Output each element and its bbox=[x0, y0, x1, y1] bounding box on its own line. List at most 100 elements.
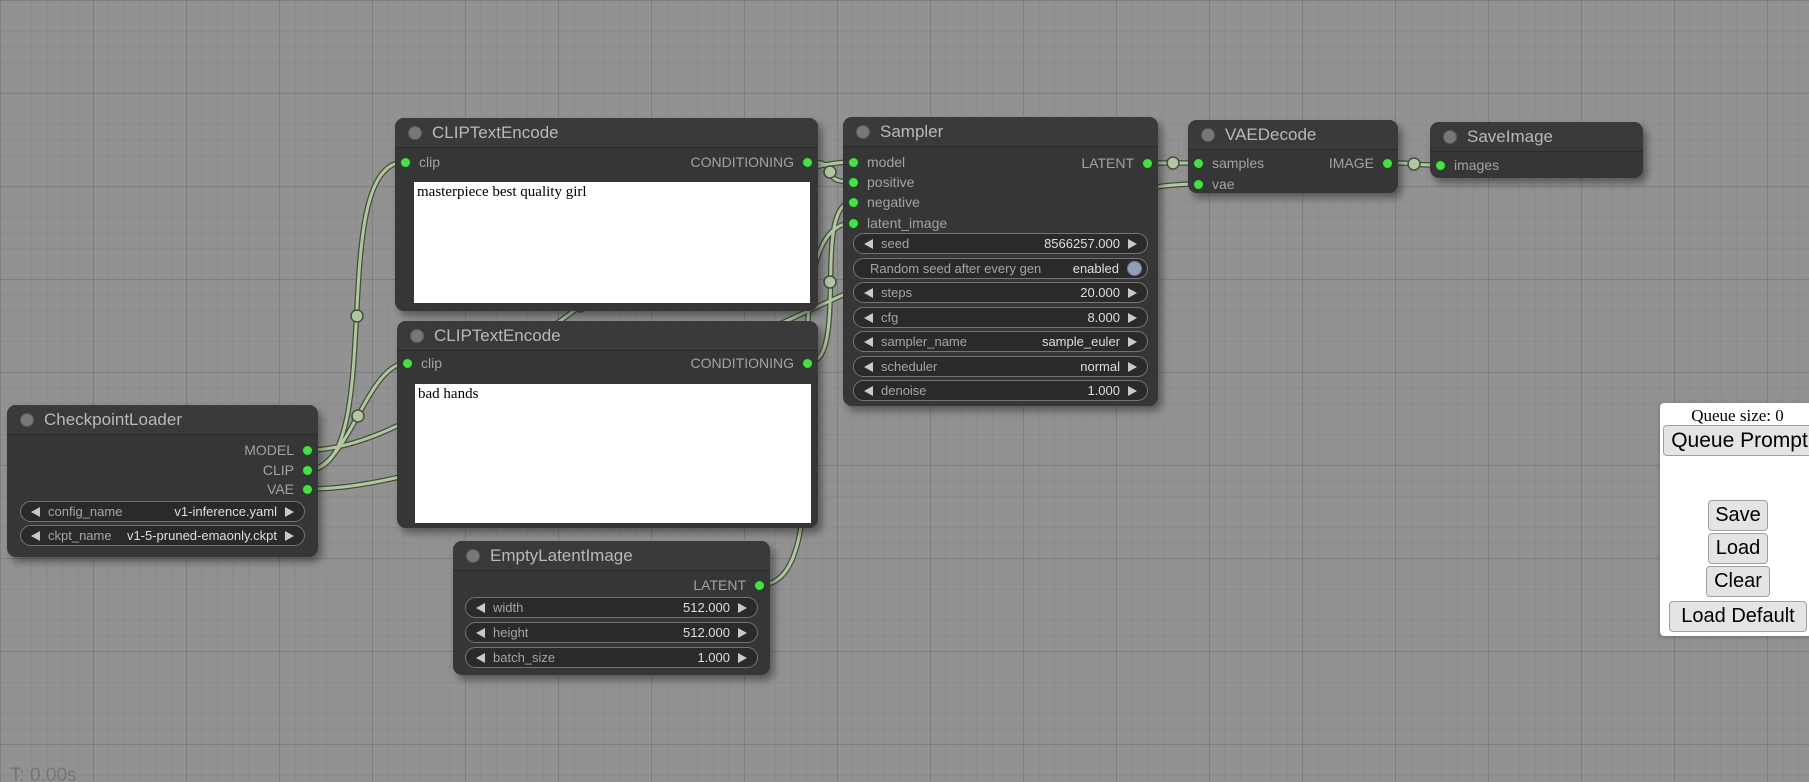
collapse-dot-icon[interactable] bbox=[1201, 128, 1215, 142]
decrement-arrow-icon[interactable] bbox=[864, 288, 873, 298]
decrement-arrow-icon[interactable] bbox=[864, 386, 873, 396]
output-port-clip[interactable]: CLIP bbox=[263, 460, 313, 480]
output-port-conditioning[interactable]: CONDITIONING bbox=[691, 152, 813, 172]
port-dot-icon[interactable] bbox=[302, 445, 313, 456]
widget-config-name[interactable]: config_name v1-inference.yaml bbox=[20, 501, 305, 522]
output-port-vae[interactable]: VAE bbox=[267, 479, 313, 499]
port-dot-icon[interactable] bbox=[400, 157, 411, 168]
input-port-vae[interactable]: vae bbox=[1193, 174, 1235, 194]
port-dot-icon[interactable] bbox=[754, 580, 765, 591]
port-dot-icon[interactable] bbox=[848, 177, 859, 188]
widget-denoise[interactable]: denoise 1.000 bbox=[853, 380, 1148, 401]
input-port-positive[interactable]: positive bbox=[848, 172, 914, 192]
widget-height[interactable]: height 512.000 bbox=[465, 622, 758, 643]
node-graph-canvas[interactable]: { "canvas": { "perf_label": "T: 0.00s" }… bbox=[0, 0, 1809, 782]
increment-arrow-icon[interactable] bbox=[738, 628, 747, 638]
queue-prompt-button[interactable]: Queue Prompt bbox=[1663, 425, 1809, 456]
widget-ckpt-name[interactable]: ckpt_name v1-5-pruned-emaonly.ckpt bbox=[20, 525, 305, 546]
link-dot[interactable] bbox=[351, 310, 363, 322]
widget-sampler-name[interactable]: sampler_name sample_euler bbox=[853, 331, 1148, 352]
increment-arrow-icon[interactable] bbox=[738, 603, 747, 613]
port-dot-icon[interactable] bbox=[848, 157, 859, 168]
node-clip-text-encode-negative[interactable]: CLIPTextEncode clip CONDITIONING bad han… bbox=[397, 321, 818, 528]
port-dot-icon[interactable] bbox=[1382, 158, 1393, 169]
negative-prompt-textarea[interactable]: bad hands bbox=[415, 384, 811, 523]
input-port-negative[interactable]: negative bbox=[848, 192, 920, 212]
node-sampler[interactable]: Sampler model positive negative latent_i… bbox=[843, 117, 1158, 406]
widget-scheduler[interactable]: scheduler normal bbox=[853, 356, 1148, 377]
port-dot-icon[interactable] bbox=[1193, 179, 1204, 190]
node-empty-latent-image[interactable]: EmptyLatentImage LATENT width 512.000 he… bbox=[453, 541, 770, 675]
link-dot[interactable] bbox=[352, 410, 364, 422]
widget-batch-size[interactable]: batch_size 1.000 bbox=[465, 647, 758, 668]
node-checkpoint-loader[interactable]: CheckpointLoader MODEL CLIP VAE config_n… bbox=[7, 405, 318, 557]
increment-arrow-icon[interactable] bbox=[285, 507, 294, 517]
output-port-latent[interactable]: LATENT bbox=[1081, 153, 1153, 173]
node-title-bar[interactable]: SaveImage bbox=[1430, 122, 1643, 152]
link-dot[interactable] bbox=[1408, 158, 1420, 170]
port-dot-icon[interactable] bbox=[802, 157, 813, 168]
link-dot[interactable] bbox=[824, 166, 836, 178]
clear-button[interactable]: Clear bbox=[1706, 566, 1770, 597]
output-port-model[interactable]: MODEL bbox=[244, 440, 313, 460]
port-dot-icon[interactable] bbox=[848, 218, 859, 229]
port-dot-icon[interactable] bbox=[302, 465, 313, 476]
increment-arrow-icon[interactable] bbox=[1128, 362, 1137, 372]
collapse-dot-icon[interactable] bbox=[20, 413, 34, 427]
save-button[interactable]: Save bbox=[1708, 500, 1768, 531]
port-dot-icon[interactable] bbox=[302, 484, 313, 495]
decrement-arrow-icon[interactable] bbox=[864, 313, 873, 323]
node-title-bar[interactable]: VAEDecode bbox=[1188, 120, 1398, 150]
output-port-image[interactable]: IMAGE bbox=[1329, 153, 1393, 173]
output-port-conditioning[interactable]: CONDITIONING bbox=[691, 353, 813, 373]
load-default-button[interactable]: Load Default bbox=[1669, 601, 1807, 632]
decrement-arrow-icon[interactable] bbox=[864, 337, 873, 347]
input-port-samples[interactable]: samples bbox=[1193, 153, 1264, 173]
node-title-bar[interactable]: CLIPTextEncode bbox=[395, 118, 818, 148]
decrement-arrow-icon[interactable] bbox=[31, 531, 40, 541]
input-port-clip[interactable]: clip bbox=[400, 152, 440, 172]
port-dot-icon[interactable] bbox=[1435, 160, 1446, 171]
collapse-dot-icon[interactable] bbox=[408, 126, 422, 140]
increment-arrow-icon[interactable] bbox=[1128, 313, 1137, 323]
widget-random-seed-toggle[interactable]: Random seed after every gen enabled bbox=[853, 258, 1148, 279]
increment-arrow-icon[interactable] bbox=[1128, 239, 1137, 249]
increment-arrow-icon[interactable] bbox=[1128, 337, 1137, 347]
widget-steps[interactable]: steps 20.000 bbox=[853, 282, 1148, 303]
node-title-bar[interactable]: EmptyLatentImage bbox=[453, 541, 770, 571]
collapse-dot-icon[interactable] bbox=[410, 329, 424, 343]
port-dot-icon[interactable] bbox=[802, 358, 813, 369]
collapse-dot-icon[interactable] bbox=[466, 549, 480, 563]
output-port-latent[interactable]: LATENT bbox=[693, 575, 765, 595]
node-clip-text-encode-positive[interactable]: CLIPTextEncode clip CONDITIONING masterp… bbox=[395, 118, 818, 311]
increment-arrow-icon[interactable] bbox=[1128, 386, 1137, 396]
widget-width[interactable]: width 512.000 bbox=[465, 597, 758, 618]
port-dot-icon[interactable] bbox=[1193, 158, 1204, 169]
increment-arrow-icon[interactable] bbox=[285, 531, 294, 541]
port-dot-icon[interactable] bbox=[402, 358, 413, 369]
link-dot[interactable] bbox=[824, 276, 836, 288]
node-title-bar[interactable]: CLIPTextEncode bbox=[397, 321, 818, 351]
decrement-arrow-icon[interactable] bbox=[864, 239, 873, 249]
toggle-circle-icon[interactable] bbox=[1127, 261, 1142, 276]
decrement-arrow-icon[interactable] bbox=[31, 507, 40, 517]
collapse-dot-icon[interactable] bbox=[856, 125, 870, 139]
decrement-arrow-icon[interactable] bbox=[476, 628, 485, 638]
node-title-bar[interactable]: CheckpointLoader bbox=[7, 405, 318, 435]
input-port-model[interactable]: model bbox=[848, 152, 905, 172]
increment-arrow-icon[interactable] bbox=[1128, 288, 1137, 298]
node-title-bar[interactable]: Sampler bbox=[843, 117, 1158, 147]
decrement-arrow-icon[interactable] bbox=[476, 653, 485, 663]
input-port-clip[interactable]: clip bbox=[402, 353, 442, 373]
input-port-latent-image[interactable]: latent_image bbox=[848, 213, 947, 233]
collapse-dot-icon[interactable] bbox=[1443, 130, 1457, 144]
widget-seed[interactable]: seed 8566257.000 bbox=[853, 233, 1148, 254]
input-port-images[interactable]: images bbox=[1435, 155, 1499, 175]
node-save-image[interactable]: SaveImage images bbox=[1430, 122, 1643, 178]
node-vae-decode[interactable]: VAEDecode samples vae IMAGE bbox=[1188, 120, 1398, 193]
widget-cfg[interactable]: cfg 8.000 bbox=[853, 307, 1148, 328]
positive-prompt-textarea[interactable]: masterpiece best quality girl bbox=[414, 182, 810, 303]
increment-arrow-icon[interactable] bbox=[738, 653, 747, 663]
decrement-arrow-icon[interactable] bbox=[864, 362, 873, 372]
decrement-arrow-icon[interactable] bbox=[476, 603, 485, 613]
